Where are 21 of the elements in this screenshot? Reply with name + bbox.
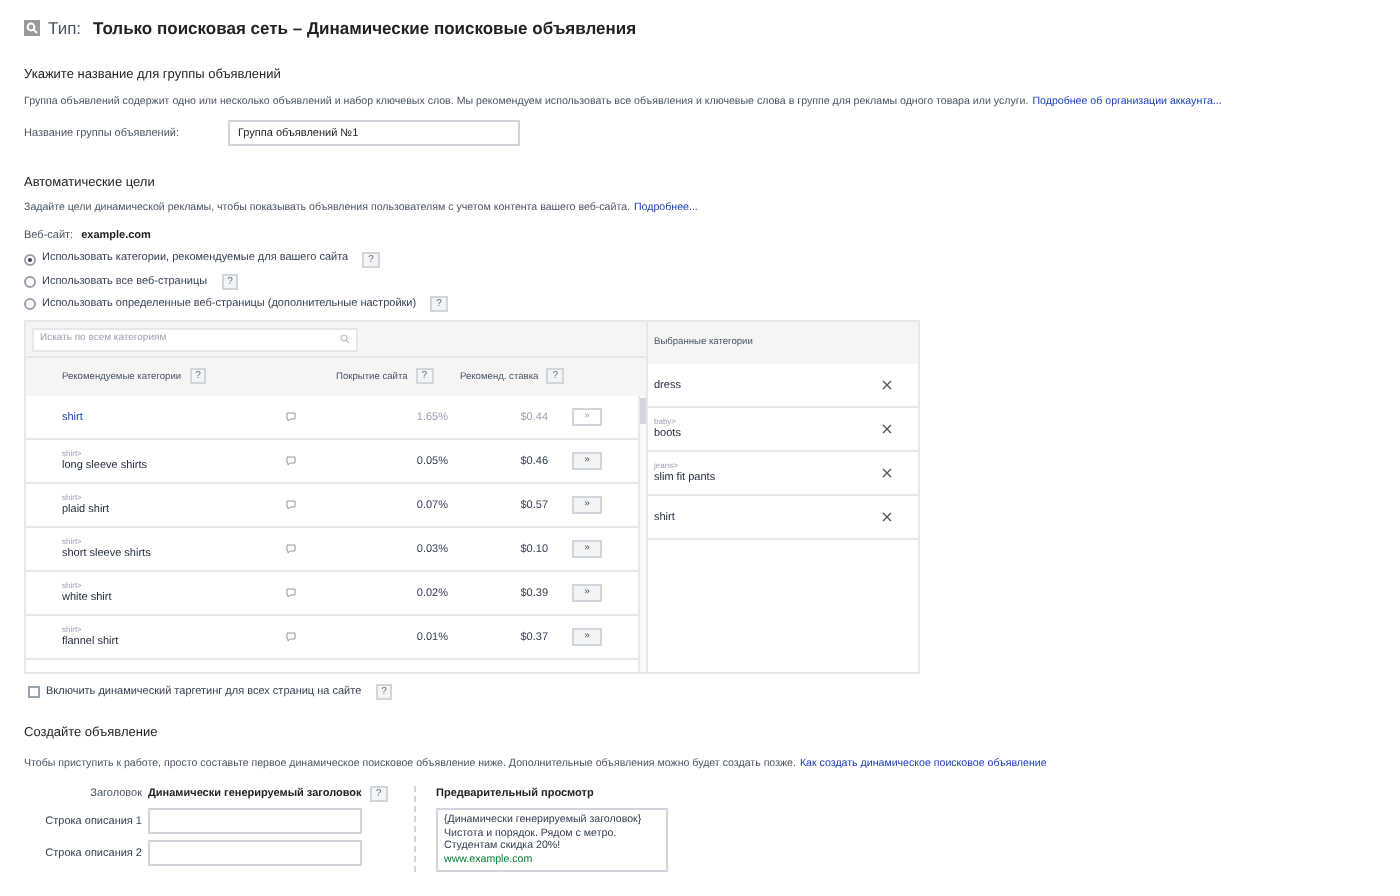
description-field[interactable] [148, 808, 362, 835]
close-icon[interactable] [882, 424, 892, 435]
comment-icon[interactable] [286, 588, 296, 599]
close-icon[interactable] [882, 468, 892, 479]
description-field[interactable] [148, 840, 362, 867]
close-icon[interactable] [882, 380, 892, 391]
scrollbar-thumb[interactable] [640, 398, 646, 425]
comment-icon[interactable] [286, 544, 296, 555]
search-icon [24, 20, 40, 37]
search-icon [340, 334, 350, 345]
comment-icon[interactable] [286, 412, 296, 423]
radio-button[interactable] [24, 253, 36, 265]
close-icon[interactable] [882, 512, 892, 523]
campaign-type-title: Только поисковая сеть – Динамические поисковые объявления [93, 16, 637, 42]
type-label: Тип: [48, 16, 82, 42]
comment-icon[interactable] [286, 632, 296, 643]
checkbox[interactable] [28, 686, 40, 699]
radio-button[interactable] [24, 275, 36, 288]
comment-icon[interactable] [286, 456, 296, 467]
comment-icon[interactable] [286, 500, 296, 511]
radio-button[interactable] [24, 298, 36, 310]
